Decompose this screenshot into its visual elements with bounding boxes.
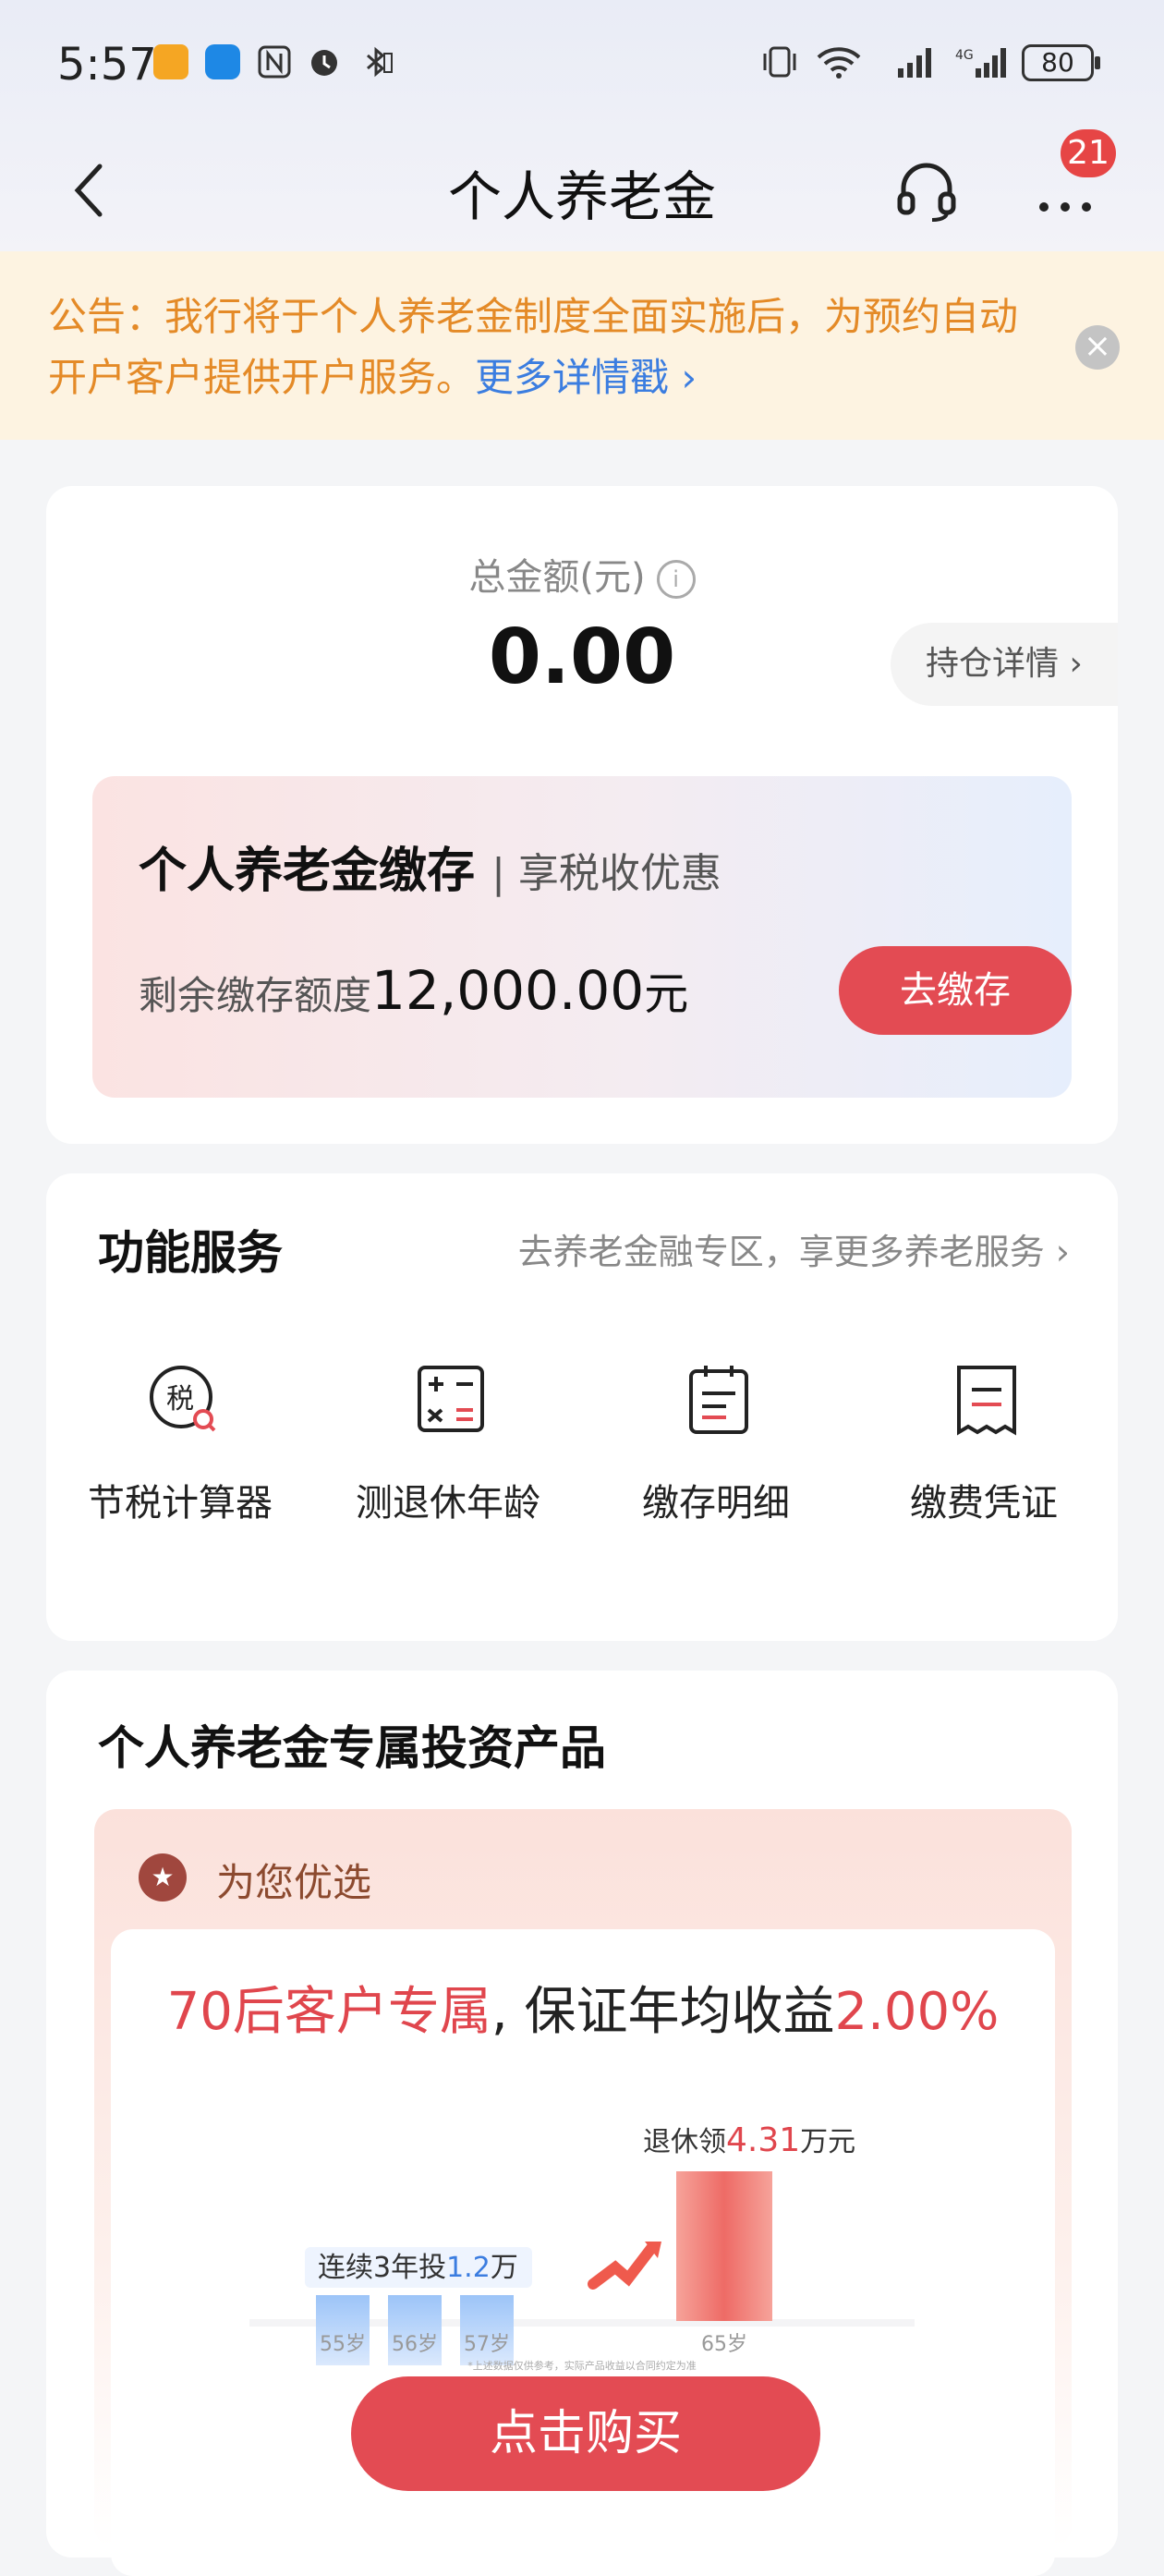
recommendation-panel: ★ 为您优选 70后客户专属, 保证年均收益2.00% 连续3年投1.2万 退休… [94,1809,1072,2576]
age-label-57: 57岁 [464,2333,510,2356]
nav-bar: 个人养老金 21 [0,129,1164,251]
buy-button[interactable]: 点击购买 [351,2376,820,2491]
page-title: 个人养老金 [447,165,716,228]
deposit-panel: 个人养老金缴存 | 享税收优惠 剩余缴存额度12,000.00元 去缴存 [92,776,1072,1098]
battery-indicator: 80 [1022,44,1100,81]
total-label: 总金额(元) i [46,547,1118,601]
pension-zone-link[interactable]: 去养老金融专区，享更多养老服务 › [518,1223,1070,1274]
return-illustration: 连续3年投1.2万 退休领4.31万元 55岁 56岁 57岁 65岁 *上述数… [249,2121,915,2372]
notification-badge: 21 [1061,129,1116,177]
service-retirement-age[interactable]: 测退休年龄 [314,1362,582,1565]
calculator-icon [418,1366,484,1432]
signal-icon [898,48,931,78]
holdings-detail-button[interactable]: 持仓详情 › [891,623,1118,706]
announcement-link[interactable]: 更多详情戳 › [475,355,697,400]
growth-arrow [588,2242,658,2290]
payout-unit: 万元 [800,2126,855,2158]
app-notification-icon [153,44,188,79]
service-label: 测退休年龄 [356,1482,540,1525]
payout-label: 退休领4.31万元 [643,2121,855,2159]
products-title: 个人养老金专属投资产品 [98,1721,606,1775]
remaining-quota-label: 剩余缴存额度 [139,973,372,1018]
invest-label-prefix: 连续3年投 [318,2252,446,2284]
invest-label: 连续3年投1.2万 [318,2252,518,2284]
nfc-icon [258,45,291,79]
service-payment-voucher[interactable]: 缴费凭证 [850,1362,1118,1565]
deposit-subtitle: | 享税收优惠 [491,850,721,897]
deposit-button[interactable]: 去缴存 [839,946,1072,1035]
chart-footnote: *上述数据仅供参考，实际产品收益以合同约定为准 [467,2359,697,2372]
bluetooth-icon [367,46,393,78]
close-icon[interactable]: × [1075,325,1120,370]
signal-4g-icon: 4G [955,48,1006,78]
browser-notification-icon [205,44,240,79]
service-label: 节税计算器 [88,1482,273,1525]
info-icon[interactable]: i [656,560,696,599]
tax-calculator-icon: 税 [150,1366,216,1432]
receipt-icon [957,1366,1016,1436]
announcement-banner: 公告：我行将于个人养老金制度全面实施后，为预约自动开户客户提供开户服务。更多详情… [0,251,1164,440]
balance-card: 总金额(元) i 0.00 持仓详情 › 个人养老金缴存 | 享税收优惠 剩余缴存… [46,486,1118,1144]
payout-prefix: 退休领 [643,2126,726,2158]
deposit-title: 个人养老金缴存 | 享税收优惠 [139,832,721,901]
product-promo[interactable]: 70后客户专属, 保证年均收益2.00% 连续3年投1.2万 退休领4.31万元… [111,1929,1055,2576]
wifi-icon [817,47,861,79]
total-label-text: 总金额(元) [468,556,646,599]
status-time: 5:57 [57,39,157,91]
deposit-title-text: 个人养老金缴存 [139,844,476,899]
headline-highlight: 70后客户专属 [166,1982,491,2042]
payout-amount: 4.31 [726,2121,800,2159]
products-card: 个人养老金专属投资产品 ★ 为您优选 70后客户专属, 保证年均收益2.00% … [46,1671,1118,2576]
remaining-quota-unit: 元 [644,968,689,1020]
recommend-label: 为您优选 [216,1860,372,1905]
alarm-icon [311,50,337,76]
status-bar: 5:57 4G 80 [0,0,1164,129]
remaining-quota-amount: 12,000.00 [371,959,645,1022]
service-deposit-details[interactable]: 缴存明细 [582,1362,850,1565]
age-label-56: 56岁 [392,2333,438,2356]
age-label-55: 55岁 [320,2333,366,2356]
headline-mid: , 保证年均收益 [491,1982,835,2042]
service-label: 缴费凭证 [910,1482,1058,1525]
services-card: 功能服务 去养老金融专区，享更多养老服务 › 税 节税计算器 测退休年龄 缴存明… [46,1173,1118,1641]
age-label-65: 65岁 [701,2333,747,2356]
invest-amount: 1.2 [446,2252,491,2284]
svg-text:税: 税 [166,1383,194,1416]
service-label: 缴存明细 [642,1482,790,1525]
services-title: 功能服务 [98,1226,283,1280]
service-tax-calculator[interactable]: 税 节税计算器 [46,1362,314,1565]
vibrate-icon [763,46,796,78]
star-icon: ★ [139,1853,187,1902]
svg-text:4G: 4G [955,48,974,63]
remaining-quota: 剩余缴存额度12,000.00元 [139,957,688,1022]
invest-unit: 万 [491,2252,518,2284]
bar-65 [676,2171,772,2321]
notepad-icon [689,1366,748,1434]
customer-service-icon[interactable] [894,159,959,224]
product-headline: 70后客户专属, 保证年均收益2.00% [111,1970,1055,2045]
headline-rate: 2.00% [834,1982,1000,2042]
announcement-text: 公告：我行将于个人养老金制度全面实施后，为预约自动开户客户提供开户服务。更多详情… [48,286,1055,408]
